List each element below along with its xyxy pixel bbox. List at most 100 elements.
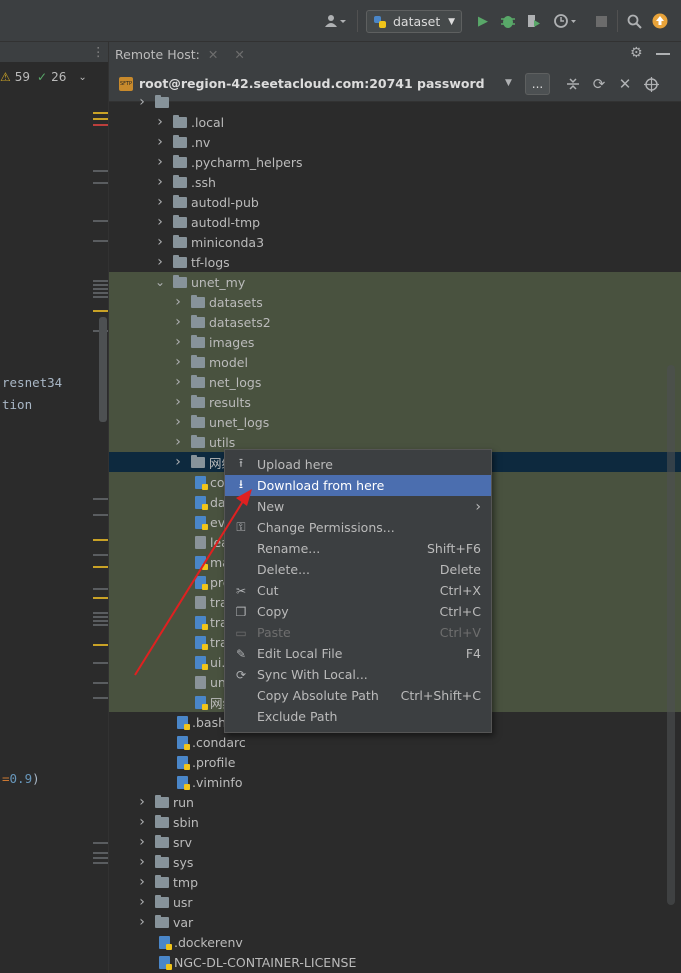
- chevron-right-icon[interactable]: ›: [155, 174, 165, 190]
- gutter-mark[interactable]: [93, 624, 108, 626]
- tree-file[interactable]: .profile: [109, 752, 681, 772]
- tree-folder[interactable]: › net_logs: [109, 372, 681, 392]
- gutter-mark[interactable]: [93, 682, 108, 684]
- menu-item-exclude-path[interactable]: Exclude Path: [225, 706, 491, 727]
- menu-item-cut[interactable]: ✂ Cut Ctrl+X: [225, 580, 491, 601]
- gutter-mark[interactable]: [93, 240, 108, 242]
- chevron-right-icon[interactable]: ›: [155, 214, 165, 230]
- tree-file[interactable]: .viminfo: [109, 772, 681, 792]
- gutter-mark[interactable]: [93, 644, 108, 646]
- gutter-mark[interactable]: [93, 862, 108, 864]
- menu-item-rename[interactable]: Rename... Shift+F6: [225, 538, 491, 559]
- tree-folder[interactable]: › results: [109, 392, 681, 412]
- chevron-right-icon[interactable]: ›: [155, 154, 165, 170]
- chevron-right-icon[interactable]: ›: [155, 114, 165, 130]
- gutter-mark[interactable]: [93, 288, 108, 290]
- chevron-down-icon[interactable]: ⌄: [155, 275, 165, 289]
- chevron-right-icon[interactable]: ›: [173, 434, 183, 450]
- tree-file[interactable]: NGC-DL-CONTAINER-LICENSE: [109, 952, 681, 972]
- tree-folder[interactable]: › miniconda3: [109, 232, 681, 252]
- gutter-mark[interactable]: [93, 280, 108, 282]
- chevron-right-icon[interactable]: ›: [173, 374, 183, 390]
- tree-folder[interactable]: › .local: [109, 112, 681, 132]
- chevron-right-icon[interactable]: ›: [155, 194, 165, 210]
- chevron-right-icon[interactable]: ›: [137, 874, 147, 890]
- tree-file[interactable]: .condarc: [109, 732, 681, 752]
- gutter-mark[interactable]: [93, 842, 108, 844]
- gutter-mark[interactable]: [93, 616, 108, 618]
- debug-icon[interactable]: [498, 11, 518, 31]
- gutter-mark[interactable]: [93, 539, 108, 541]
- tree-folder[interactable]: › tf-logs: [109, 252, 681, 272]
- code-line[interactable]: tion: [2, 397, 32, 412]
- tree-folder[interactable]: ›: [109, 92, 681, 112]
- minimize-icon[interactable]: [656, 53, 670, 55]
- coverage-icon[interactable]: [523, 11, 543, 31]
- gutter-mark[interactable]: [93, 514, 108, 516]
- tree-folder[interactable]: › model: [109, 352, 681, 372]
- chevron-down-icon[interactable]: ▼: [505, 78, 512, 88]
- profile-icon[interactable]: [550, 11, 580, 31]
- close-icon[interactable]: ✕: [208, 47, 218, 62]
- gutter-mark[interactable]: [93, 852, 108, 854]
- chevron-right-icon[interactable]: ›: [155, 134, 165, 150]
- chevron-right-icon[interactable]: ›: [173, 354, 183, 370]
- tree-folder[interactable]: › unet_logs: [109, 412, 681, 432]
- stop-icon[interactable]: [593, 11, 609, 31]
- tree-folder[interactable]: › datasets: [109, 292, 681, 312]
- menu-item-copy-absolute-path[interactable]: Copy Absolute Path Ctrl+Shift+C: [225, 685, 491, 706]
- menu-item-edit-local-file[interactable]: ✎ Edit Local File F4: [225, 643, 491, 664]
- gutter-mark[interactable]: [93, 296, 108, 298]
- tree-folder[interactable]: › usr: [109, 892, 681, 912]
- menu-item-download-from-here[interactable]: ⭳ Download from here: [225, 475, 491, 496]
- tree-folder[interactable]: › .nv: [109, 132, 681, 152]
- editor-scrollbar[interactable]: [99, 317, 107, 422]
- chevron-right-icon[interactable]: ›: [173, 394, 183, 410]
- gutter-mark[interactable]: [93, 220, 108, 222]
- chevron-right-icon[interactable]: ›: [173, 314, 183, 330]
- chevron-right-icon[interactable]: ›: [137, 834, 147, 850]
- chevron-right-icon[interactable]: ›: [137, 94, 147, 110]
- tree-folder[interactable]: › tmp: [109, 872, 681, 892]
- update-icon[interactable]: [650, 11, 670, 31]
- gutter-mark[interactable]: [93, 566, 108, 568]
- tree-folder[interactable]: › .ssh: [109, 172, 681, 192]
- gutter-mark[interactable]: [93, 170, 108, 172]
- tree-folder[interactable]: › srv: [109, 832, 681, 852]
- tree-folder[interactable]: › .pycharm_helpers: [109, 152, 681, 172]
- tree-folder[interactable]: › autodl-pub: [109, 192, 681, 212]
- gutter-mark[interactable]: [93, 857, 108, 859]
- chevron-right-icon[interactable]: ›: [137, 914, 147, 930]
- run-config-selector[interactable]: dataset ▼: [366, 10, 462, 33]
- chevron-right-icon[interactable]: ›: [155, 254, 165, 270]
- code-line[interactable]: =0.9): [2, 771, 40, 786]
- tree-folder[interactable]: ⌄ unet_my: [109, 272, 681, 292]
- tree-file[interactable]: .dockerenv: [109, 932, 681, 952]
- gutter-mark[interactable]: [93, 697, 108, 699]
- tree-folder[interactable]: › autodl-tmp: [109, 212, 681, 232]
- gutter-mark[interactable]: [93, 498, 108, 500]
- gutter-mark[interactable]: [93, 612, 108, 614]
- close-icon[interactable]: ✕: [234, 47, 244, 62]
- server-selector[interactable]: root@region-42.seetacloud.com:20741 pass…: [139, 76, 485, 91]
- code-line[interactable]: resnet34: [2, 375, 62, 390]
- menu-item-sync-with-local[interactable]: ⟳ Sync With Local...: [225, 664, 491, 685]
- remote-host-tab[interactable]: Remote Host:: [115, 47, 200, 62]
- menu-item-copy[interactable]: ❐ Copy Ctrl+C: [225, 601, 491, 622]
- gear-icon[interactable]: ⚙: [630, 45, 643, 61]
- chevron-right-icon[interactable]: ›: [173, 454, 183, 470]
- tree-folder[interactable]: › run: [109, 792, 681, 812]
- gutter-mark[interactable]: [93, 182, 108, 184]
- chevron-right-icon[interactable]: ›: [137, 794, 147, 810]
- chevron-right-icon[interactable]: ›: [173, 414, 183, 430]
- chevron-right-icon[interactable]: ›: [137, 894, 147, 910]
- more-icon[interactable]: ⋮: [92, 44, 105, 59]
- gutter-mark[interactable]: [93, 662, 108, 664]
- tree-folder[interactable]: › images: [109, 332, 681, 352]
- menu-item-new[interactable]: New ›: [225, 496, 491, 517]
- chevron-right-icon[interactable]: ›: [173, 334, 183, 350]
- gutter-mark[interactable]: [93, 310, 108, 312]
- tree-folder[interactable]: › sys: [109, 852, 681, 872]
- gutter-mark[interactable]: [93, 588, 108, 590]
- tree-folder[interactable]: › sbin: [109, 812, 681, 832]
